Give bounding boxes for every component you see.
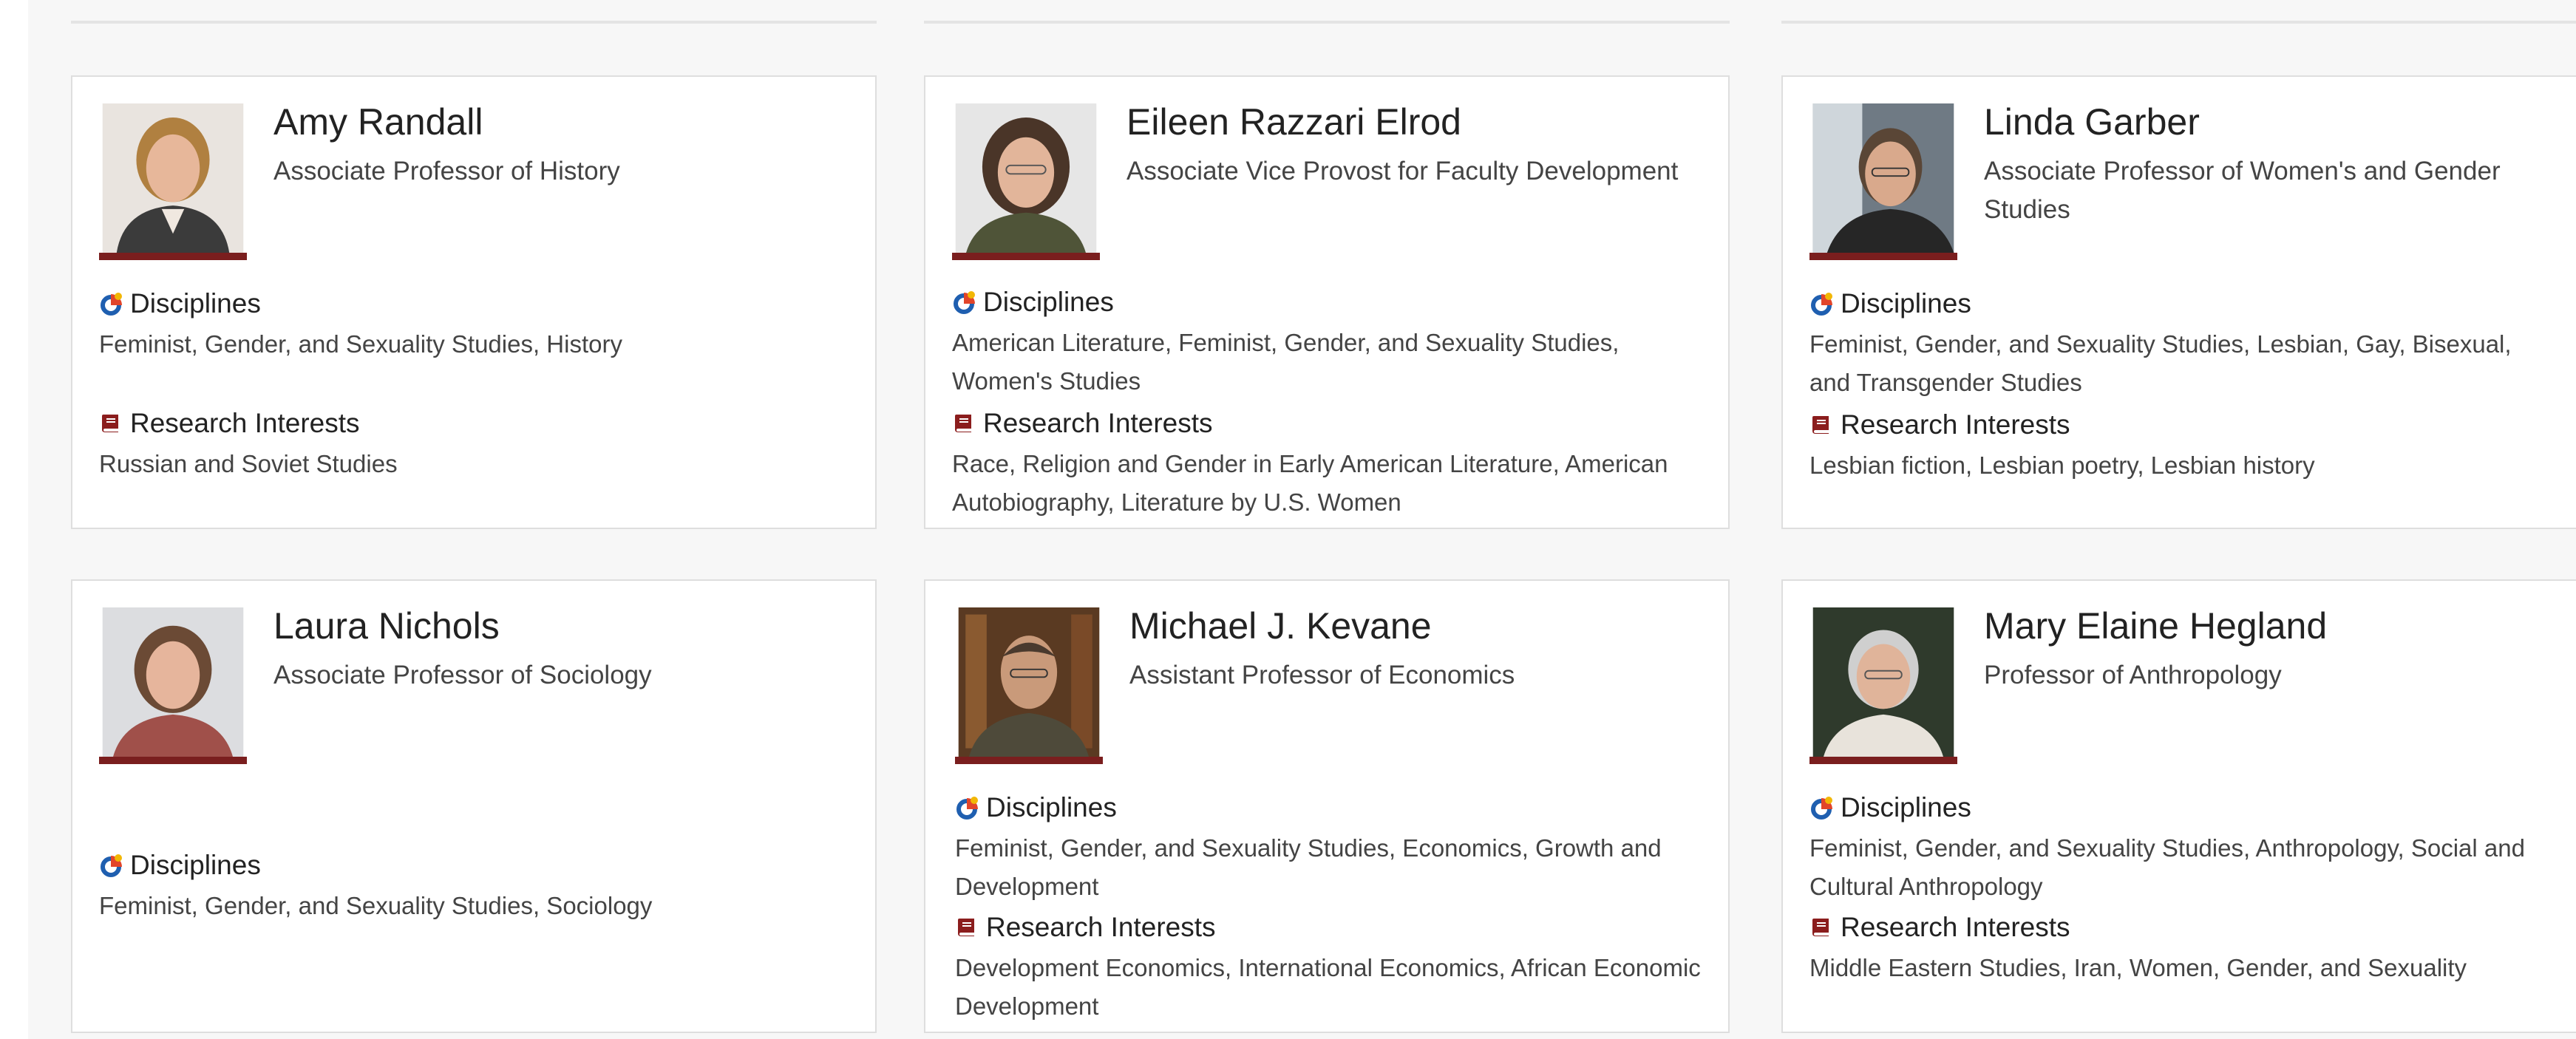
disciplines-label: Disciplines — [983, 287, 1114, 317]
disciplines-text: Feminist, Gender, and Sexuality Studies,… — [1809, 834, 2525, 900]
disciplines-icon — [101, 293, 122, 316]
disciplines-icon — [1811, 293, 1832, 316]
disciplines-text: Feminist, Gender, and Sexuality Studies,… — [99, 892, 653, 919]
disciplines-icon — [954, 291, 975, 314]
disciplines-icon — [956, 797, 978, 820]
disciplines-heading: Disciplines — [1809, 792, 1971, 823]
faculty-name[interactable]: Amy Randall — [273, 101, 483, 143]
research-heading: Research Interests — [1809, 409, 2070, 440]
faculty-card: Linda Garber Associate Professor of Wome… — [1781, 75, 2576, 529]
research-heading: Research Interests — [1809, 912, 2070, 943]
faculty-title: Associate Professor of History — [273, 157, 620, 185]
portrait-image — [102, 103, 244, 253]
faculty-title: Associate Professor of Sociology — [273, 661, 652, 689]
faculty-photo[interactable] — [1809, 103, 1957, 260]
faculty-photo[interactable] — [952, 103, 1100, 260]
research-label: Research Interests — [130, 408, 360, 438]
faculty-title: Professor of Anthropology — [1984, 661, 2282, 689]
research-heading: Research Interests — [955, 912, 1216, 943]
previous-row-divider — [71, 21, 877, 24]
disciplines-icon — [101, 854, 122, 877]
faculty-card: Amy Randall Associate Professor of Histo… — [71, 75, 877, 529]
faculty-name[interactable]: Laura Nichols — [273, 604, 500, 647]
book-icon — [102, 415, 118, 432]
disciplines-label: Disciplines — [130, 850, 261, 880]
faculty-card: Eileen Razzari Elrod Associate Vice Prov… — [924, 75, 1730, 529]
disciplines-label: Disciplines — [130, 288, 261, 318]
faculty-card: Mary Elaine Hegland Professor of Anthrop… — [1781, 579, 2576, 1033]
portrait-image — [1812, 103, 1954, 253]
previous-row-divider — [1781, 21, 2576, 24]
research-label: Research Interests — [1841, 912, 2070, 942]
faculty-photo[interactable] — [99, 103, 247, 260]
disciplines-text: American Literature, Feminist, Gender, a… — [952, 329, 1620, 395]
book-icon — [1812, 919, 1829, 936]
faculty-title: Associate Vice Provost for Faculty Devel… — [1126, 157, 1679, 185]
faculty-name[interactable]: Michael J. Kevane — [1129, 604, 1432, 647]
faculty-card: Laura Nichols Associate Professor of Soc… — [71, 579, 877, 1033]
faculty-title: Associate Professor of Women's and Gende… — [1984, 157, 2501, 224]
faculty-name[interactable]: Linda Garber — [1984, 101, 2200, 143]
disciplines-heading: Disciplines — [955, 792, 1117, 823]
disciplines-heading: Disciplines — [1809, 288, 1971, 319]
book-icon — [958, 919, 974, 936]
book-icon — [955, 415, 971, 432]
faculty-photo[interactable] — [99, 607, 247, 764]
research-text: Development Economics, International Eco… — [955, 954, 1701, 1020]
disciplines-heading: Disciplines — [99, 850, 261, 881]
research-heading: Research Interests — [99, 408, 360, 439]
research-label: Research Interests — [986, 912, 1216, 942]
disciplines-text: Feminist, Gender, and Sexuality Studies,… — [1809, 330, 2512, 396]
faculty-name[interactable]: Mary Elaine Hegland — [1984, 604, 2327, 647]
portrait-image — [1812, 607, 1954, 757]
research-text: Russian and Soviet Studies — [99, 450, 398, 477]
research-label: Research Interests — [983, 408, 1213, 438]
faculty-title: Assistant Professor of Economics — [1129, 661, 1515, 689]
faculty-name[interactable]: Eileen Razzari Elrod — [1126, 101, 1461, 143]
disciplines-heading: Disciplines — [952, 287, 1114, 318]
disciplines-text: Feminist, Gender, and Sexuality Studies,… — [955, 834, 1662, 900]
book-icon — [1812, 416, 1829, 434]
research-text: Race, Religion and Gender in Early Ameri… — [952, 450, 1668, 516]
disciplines-text: Feminist, Gender, and Sexuality Studies,… — [99, 330, 622, 358]
disciplines-icon — [1811, 797, 1832, 820]
research-text: Middle Eastern Studies, Iran, Women, Gen… — [1809, 954, 2467, 981]
research-heading: Research Interests — [952, 408, 1213, 439]
disciplines-label: Disciplines — [1841, 792, 1971, 822]
faculty-card: Michael J. Kevane Assistant Professor of… — [924, 579, 1730, 1033]
portrait-image — [102, 607, 244, 757]
research-label: Research Interests — [1841, 409, 2070, 440]
disciplines-label: Disciplines — [986, 792, 1117, 822]
disciplines-label: Disciplines — [1841, 288, 1971, 318]
disciplines-heading: Disciplines — [99, 288, 261, 319]
previous-row-divider — [924, 21, 1730, 24]
portrait-image — [958, 607, 1100, 757]
faculty-photo[interactable] — [955, 607, 1103, 764]
faculty-photo[interactable] — [1809, 607, 1957, 764]
portrait-image — [955, 103, 1097, 253]
research-text: Lesbian fiction, Lesbian poetry, Lesbian… — [1809, 452, 2315, 479]
